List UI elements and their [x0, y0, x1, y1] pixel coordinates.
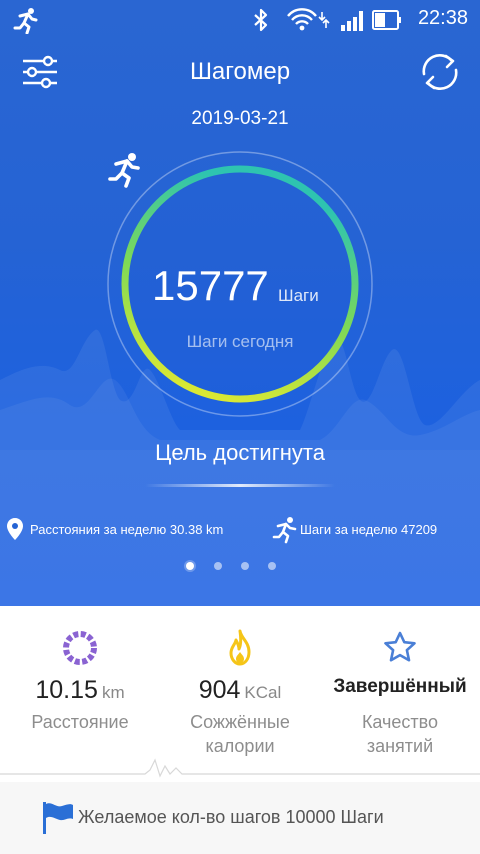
flame-icon	[229, 629, 251, 666]
goal-underline	[145, 484, 335, 487]
stat-calories[interactable]: 904 KCal Сожжённые калории	[160, 606, 320, 774]
step-goal-bar[interactable]: Желаемое кол-во шагов 10000 Шаги	[0, 782, 480, 854]
app-bar: Шагомер	[0, 46, 480, 102]
stat-label: Качество	[361, 712, 439, 732]
goal-status: Цель достигнута	[155, 440, 325, 465]
steps-count: 15777	[152, 262, 269, 309]
weekly-steps: Шаги за неделю 47209	[300, 522, 438, 537]
steps-ring: 15777 Шаги Шаги сегодня	[106, 150, 374, 418]
divider-wave	[0, 758, 480, 778]
weekly-summary: Расстояния за неделю 30.38 km Шаги за не…	[0, 514, 480, 546]
page-dot-2[interactable]	[214, 562, 222, 570]
runner-icon	[13, 8, 38, 34]
flag-icon	[43, 802, 73, 834]
bluetooth-icon	[254, 8, 268, 32]
steps-unit: Шаги	[278, 286, 319, 305]
hero-panel: 22:38 Шагомер 2019-03-21 15777 Шаги Шаги…	[0, 0, 480, 606]
star-icon	[384, 631, 416, 662]
page-dot-1[interactable]	[186, 562, 194, 570]
stat-label: Сожжённые	[190, 712, 290, 732]
stat-distance[interactable]: 10.15 km Расстояние	[0, 606, 160, 774]
stat-value: Завершённый	[333, 676, 467, 697]
stat-unit: KCal	[244, 683, 282, 702]
stat-quality[interactable]: Завершённый Качество занятий	[320, 606, 480, 774]
status-bar: 22:38	[0, 0, 480, 40]
stat-label: Расстояние	[31, 712, 129, 732]
page-indicator	[0, 562, 480, 574]
runner-icon	[272, 517, 297, 544]
distance-ring-icon	[63, 631, 97, 665]
stat-unit: km	[101, 683, 125, 702]
clock: 22:38	[417, 7, 468, 29]
weekly-distance: Расстояния за неделю 30.38 km	[30, 522, 224, 537]
page-dot-3[interactable]	[241, 562, 249, 570]
steps-caption: Шаги сегодня	[186, 332, 294, 351]
date-label: 2019-03-21	[191, 108, 289, 129]
location-pin-icon	[7, 518, 23, 540]
stat-value: 904	[198, 676, 241, 704]
battery-icon	[372, 10, 401, 30]
wifi-icon	[287, 8, 330, 31]
page-dot-4[interactable]	[268, 562, 276, 570]
runner-icon	[108, 153, 140, 188]
stats-panel: 10.15 km Расстояние 904 KCal Сожжённые кал…	[0, 606, 480, 774]
page-title: Шагомер	[189, 58, 291, 85]
stat-value: 10.15	[35, 676, 98, 704]
step-goal-text: Желаемое кол-во шагов 10000 Шаги	[78, 807, 384, 827]
sync-icon[interactable]	[416, 50, 464, 94]
signal-icon	[341, 11, 363, 31]
